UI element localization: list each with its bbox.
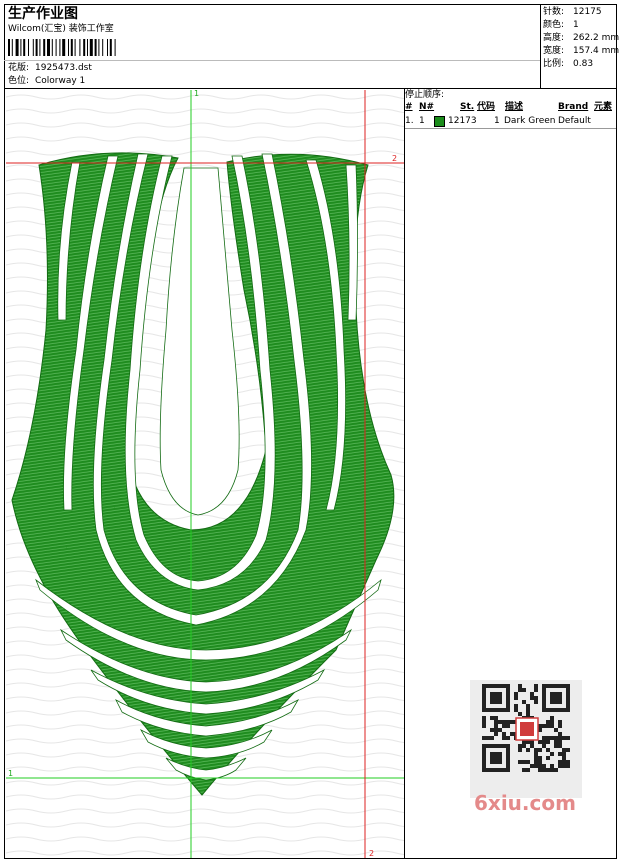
stat-label: 高度: xyxy=(543,33,565,43)
stat-label: 比例: xyxy=(543,59,565,69)
stat-label: 宽度: xyxy=(543,46,565,56)
meta-divider xyxy=(4,60,540,61)
stat-label: 颜色: xyxy=(543,20,565,30)
col-header-element: 元素 xyxy=(594,102,613,112)
stat-width: 宽度: 157.4 mm xyxy=(543,45,619,58)
qr-code-icon xyxy=(482,684,570,772)
red-vertical-guide-label: 2 xyxy=(369,849,374,858)
col-header-brand: Brand xyxy=(558,102,589,112)
row-desc: Dark Green xyxy=(504,116,556,126)
row-hash: 1. xyxy=(405,116,414,126)
row-st: 12173 xyxy=(448,116,477,126)
red-horizontal-guide-label: 2 xyxy=(392,154,397,163)
header-divider xyxy=(4,88,617,89)
colorway-label: 色位: xyxy=(8,76,30,86)
design-canvas: 1 1 2 2 xyxy=(6,90,404,858)
colorway-value: Colorway 1 xyxy=(35,76,86,86)
studio-name: Wilcom(汇宝) 装饰工作室 xyxy=(8,24,114,34)
green-horizontal-guide-label: 1 xyxy=(8,769,13,778)
stat-value: 262.2 mm xyxy=(573,33,620,43)
col-header-code: 代码 xyxy=(477,102,496,112)
table-row-divider xyxy=(405,128,616,129)
stat-value: 12175 xyxy=(573,7,602,17)
green-vertical-guide-label: 1 xyxy=(194,90,199,98)
stats-divider xyxy=(540,4,541,88)
stat-height: 高度: 262.2 mm xyxy=(543,32,619,45)
stat-stitches: 针数: 12175 xyxy=(543,6,619,19)
stat-value: 157.4 mm xyxy=(573,46,620,56)
row-n: 1 xyxy=(419,116,425,126)
col-header-desc: 描述 xyxy=(505,102,524,112)
thread-color-swatch xyxy=(434,116,445,127)
barcode xyxy=(8,39,116,56)
stat-scale: 比例: 0.83 xyxy=(543,58,619,71)
page-title: 生产作业图 xyxy=(8,6,78,22)
worksheet-page: 生产作业图 Wilcom(汇宝) 装饰工作室 花版: 1925473.dst 色… xyxy=(0,0,620,861)
stop-sequence-title: 停止顺序: xyxy=(405,90,445,100)
col-header-n: N# xyxy=(419,102,435,112)
stat-colors: 颜色: 1 xyxy=(543,19,619,32)
design-value: 1925473.dst xyxy=(35,63,92,73)
watermark-text: 6xiu.com xyxy=(474,791,576,815)
col-header-hash: # xyxy=(405,102,413,112)
row-brand: Default xyxy=(558,116,591,126)
stat-value: 0.83 xyxy=(573,59,594,69)
stat-value: 1 xyxy=(573,20,579,30)
row-code: 1 xyxy=(494,116,500,126)
stat-label: 针数: xyxy=(543,7,565,17)
col-header-st: St. xyxy=(460,102,475,112)
design-label: 花版: xyxy=(8,63,30,73)
design-stats: 针数: 12175 颜色: 1 高度: 262.2 mm 宽度: 157.4 mm 比例… xyxy=(543,6,619,71)
watermark-qr-area xyxy=(470,680,582,798)
